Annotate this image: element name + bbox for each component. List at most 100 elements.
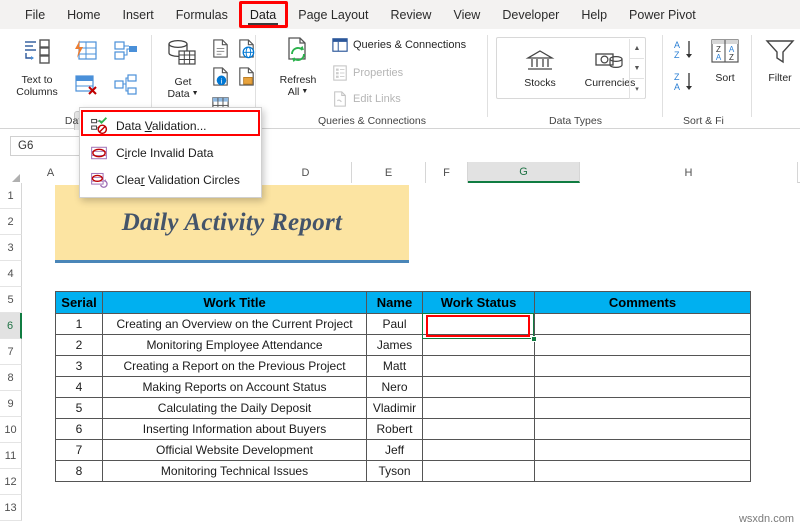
cell-work-status[interactable] — [422, 439, 535, 461]
cell-name[interactable]: Paul — [366, 313, 423, 335]
cell-work-title[interactable]: Creating an Overview on the Current Proj… — [102, 313, 367, 335]
cell-name[interactable]: Nero — [366, 376, 423, 398]
cell-comments[interactable] — [534, 418, 751, 440]
cell-comments[interactable] — [534, 313, 751, 335]
table-row[interactable]: 2 Monitoring Employee Attendance James — [55, 334, 751, 356]
cell-work-status[interactable] — [422, 460, 535, 482]
row-header-7[interactable]: 7 — [0, 339, 22, 365]
cell-serial[interactable]: 1 — [55, 313, 103, 335]
cell-serial[interactable]: 4 — [55, 376, 103, 398]
row-header-13[interactable]: 13 — [0, 495, 22, 521]
refresh-all-button[interactable]: Refresh All ▼ — [270, 35, 326, 98]
cell-comments[interactable] — [534, 439, 751, 461]
ribbon-tab-insert[interactable]: Insert — [112, 4, 165, 26]
cell-work-title[interactable]: Making Reports on Account Status — [102, 376, 367, 398]
cell-name[interactable]: James — [366, 334, 423, 356]
sort-descending-button[interactable]: Z A — [671, 69, 701, 95]
row-header-10[interactable]: 10 — [0, 417, 22, 443]
ribbon-tab-file[interactable]: File — [14, 4, 56, 26]
cell-work-title[interactable]: Creating a Report on the Previous Projec… — [102, 355, 367, 377]
cell-serial[interactable]: 7 — [55, 439, 103, 461]
cell-work-status[interactable] — [422, 397, 535, 419]
ribbon-tab-help[interactable]: Help — [570, 4, 618, 26]
column-header-f[interactable]: F — [426, 162, 468, 183]
table-row[interactable]: 3 Creating a Report on the Previous Proj… — [55, 355, 751, 377]
menu-item-clear-validation-circles[interactable]: Clear Validation Circles — [80, 166, 261, 193]
cell-work-status[interactable] — [422, 334, 535, 356]
sort-ascending-button[interactable]: A Z — [671, 37, 701, 63]
ribbon-tab-power-pivot[interactable]: Power Pivot — [618, 4, 707, 26]
scroll-down-icon[interactable]: ▼ — [629, 59, 644, 79]
table-row[interactable]: 7 Official Website Development Jeff — [55, 439, 751, 461]
sort-button[interactable]: Z A A Z Sort — [705, 37, 745, 84]
row-header-1[interactable]: 1 — [0, 183, 22, 209]
cell-comments[interactable] — [534, 334, 751, 356]
ribbon-tab-data[interactable]: Data — [239, 4, 287, 26]
ribbon-tab-page-layout[interactable]: Page Layout — [287, 4, 379, 26]
cell-work-status[interactable] — [422, 355, 535, 377]
cell-comments[interactable] — [534, 376, 751, 398]
table-row[interactable]: 5 Calculating the Daily Deposit Vladimir — [55, 397, 751, 419]
row-header-6[interactable]: 6 — [0, 313, 22, 339]
table-row[interactable]: 8 Monitoring Technical Issues Tyson — [55, 460, 751, 482]
cell-name[interactable]: Robert — [366, 418, 423, 440]
cell-name[interactable]: Matt — [366, 355, 423, 377]
cell-name[interactable]: Tyson — [366, 460, 423, 482]
row-header-2[interactable]: 2 — [0, 209, 22, 235]
row-header-9[interactable]: 9 — [0, 391, 22, 417]
cell-serial[interactable]: 3 — [55, 355, 103, 377]
row-header-4[interactable]: 4 — [0, 261, 22, 287]
from-text-csv-button[interactable] — [208, 36, 232, 60]
column-header-e[interactable]: E — [352, 162, 426, 183]
row-header-11[interactable]: 11 — [0, 443, 22, 469]
cell-work-title[interactable]: Inserting Information about Buyers — [102, 418, 367, 440]
column-header-a[interactable]: A — [22, 162, 80, 183]
scroll-up-icon[interactable]: ▲ — [629, 39, 644, 59]
ribbon-tab-developer[interactable]: Developer — [491, 4, 570, 26]
cell-serial[interactable]: 6 — [55, 418, 103, 440]
column-header-d[interactable]: D — [260, 162, 352, 183]
data-types-gallery[interactable]: Stocks Currencies ▲ ▼ ▾ — [496, 37, 646, 99]
from-table-range-button[interactable]: i — [208, 64, 232, 88]
select-all-corner[interactable] — [0, 162, 22, 183]
menu-item-data-validation[interactable]: Data Validation... — [80, 112, 261, 139]
cell-comments[interactable] — [534, 460, 751, 482]
manage-relationships-button[interactable] — [112, 71, 140, 99]
cell-name[interactable]: Jeff — [366, 439, 423, 461]
row-header-8[interactable]: 8 — [0, 365, 22, 391]
cell-work-title[interactable]: Official Website Development — [102, 439, 367, 461]
column-header-g[interactable]: G — [468, 162, 580, 183]
column-header-h[interactable]: H — [580, 162, 798, 183]
ribbon-tab-formulas[interactable]: Formulas — [165, 4, 239, 26]
row-header-3[interactable]: 3 — [0, 235, 22, 261]
ribbon-tab-view[interactable]: View — [442, 4, 491, 26]
row-header-12[interactable]: 12 — [0, 469, 22, 495]
cell-comments[interactable] — [534, 397, 751, 419]
get-data-button[interactable]: Get Data ▼ — [158, 37, 208, 100]
row-header-5[interactable]: 5 — [0, 287, 22, 313]
ribbon-tab-home[interactable]: Home — [56, 4, 111, 26]
cell-work-status[interactable] — [422, 313, 535, 335]
remove-duplicates-button[interactable] — [72, 71, 100, 99]
more-options-icon[interactable]: ▾ — [629, 79, 644, 99]
cell-work-title[interactable]: Calculating the Daily Deposit — [102, 397, 367, 419]
cell-work-status[interactable] — [422, 418, 535, 440]
stocks-data-type[interactable]: Stocks — [505, 48, 575, 89]
cell-comments[interactable] — [534, 355, 751, 377]
menu-item-circle-invalid-data[interactable]: Circle Invalid Data — [80, 139, 261, 166]
queries-and-connections-button[interactable]: Queries & Connections — [332, 37, 466, 53]
flash-fill-button[interactable] — [72, 37, 100, 65]
ribbon-tab-review[interactable]: Review — [379, 4, 442, 26]
table-row[interactable]: 6 Inserting Information about Buyers Rob… — [55, 418, 751, 440]
relationships-button[interactable] — [112, 37, 140, 65]
table-row[interactable]: 4 Making Reports on Account Status Nero — [55, 376, 751, 398]
cell-work-status[interactable] — [422, 376, 535, 398]
data-types-scroll[interactable]: ▲ ▼ ▾ — [629, 39, 644, 99]
cell-serial[interactable]: 2 — [55, 334, 103, 356]
cell-name[interactable]: Vladimir — [366, 397, 423, 419]
cell-serial[interactable]: 5 — [55, 397, 103, 419]
cell-serial[interactable]: 8 — [55, 460, 103, 482]
text-to-columns-button[interactable]: Text to Columns — [6, 35, 68, 98]
filter-button[interactable]: Filter — [759, 37, 800, 84]
cell-work-title[interactable]: Monitoring Technical Issues — [102, 460, 367, 482]
